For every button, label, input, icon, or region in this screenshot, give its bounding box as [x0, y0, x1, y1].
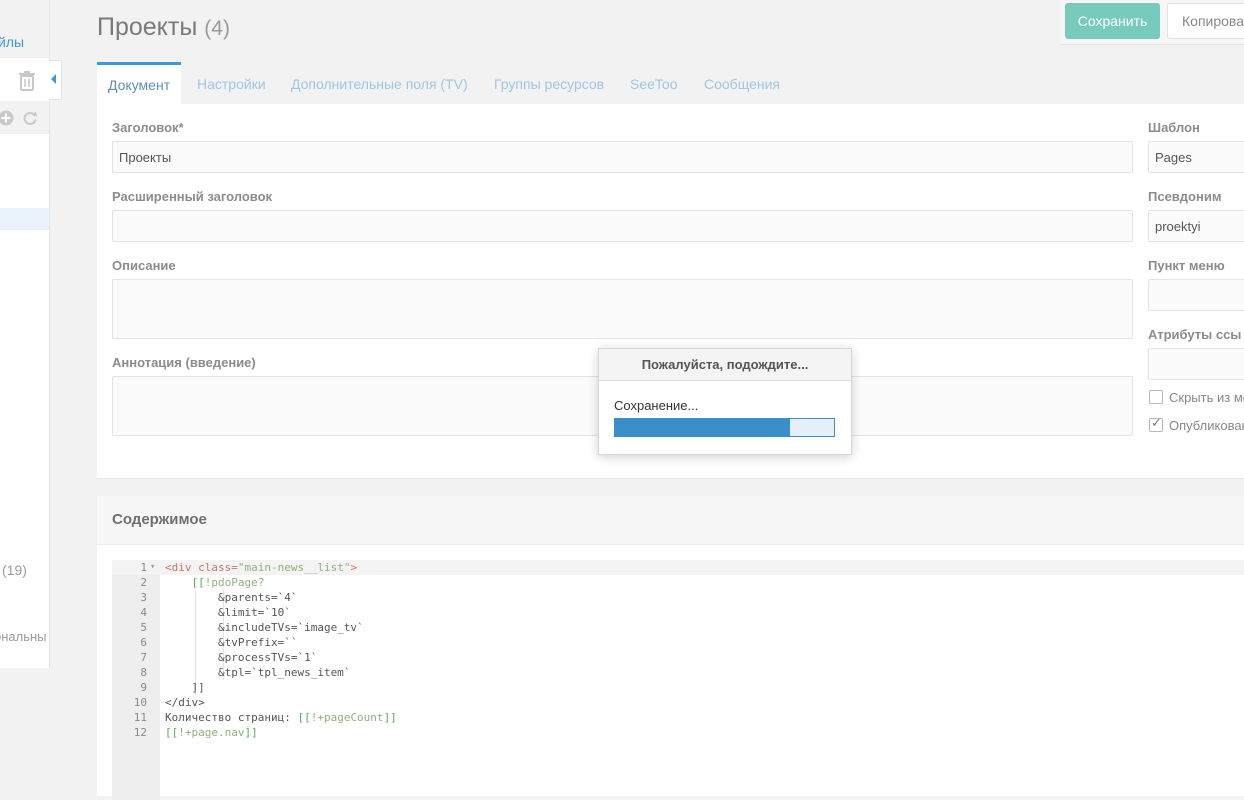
longtitle-input[interactable] [112, 210, 1133, 242]
line-number: 1 [140, 561, 147, 574]
code-text: </div> [165, 696, 205, 709]
wait-dialog-message: Сохранение... [614, 398, 699, 413]
progress-bar [614, 418, 835, 437]
code-line[interactable]: 2 [[!pdoPage? [112, 575, 1244, 590]
code-line[interactable]: 3 &parents=`4` [112, 590, 1244, 605]
code-text: &includeTVs=`image_tv` [165, 621, 364, 634]
line-number: 10 [133, 696, 147, 709]
tree-node-additional[interactable]: ональны [0, 629, 47, 644]
checkmark-icon: ✓ [1151, 415, 1162, 430]
tab-resource-groups[interactable]: Группы ресурсов [494, 62, 604, 104]
code-line[interactable]: 10 </div> [112, 695, 1244, 710]
description-label: Описание [112, 258, 176, 273]
checkbox-box[interactable] [1149, 390, 1163, 404]
tab-seetoo[interactable]: SeeToo [630, 62, 677, 104]
code-text: [[!+page.nav]] [165, 726, 258, 739]
code-line[interactable]: 7 &processTVs=`1` [112, 650, 1244, 665]
resource-tree-sidebar: йлы (19) ональны [0, 0, 50, 668]
checkbox-box-checked[interactable]: ✓ [1149, 415, 1163, 432]
content-panel-header: Содержимое [97, 496, 1244, 545]
fold-arrow-icon[interactable]: ▾ [150, 560, 155, 575]
code-line[interactable]: 1 ▾ <div class="main-news__list"> [112, 560, 1244, 575]
code-line[interactable]: 9 ]] [112, 680, 1244, 695]
code-line[interactable]: 5 &includeTVs=`image_tv` [112, 620, 1244, 635]
plus-circle-icon[interactable] [0, 110, 14, 126]
page-title: Проекты (4) [97, 13, 230, 42]
sidebar-top: йлы [0, 0, 49, 58]
refresh-icon[interactable] [22, 110, 38, 126]
line-number: 4 [140, 606, 147, 619]
tab-messages[interactable]: Сообщения [704, 62, 780, 104]
code-text: &tvPrefix=`` [165, 636, 298, 649]
template-label: Шаблон [1148, 120, 1200, 135]
line-number: 11 [133, 711, 147, 724]
introtext-label: Аннотация (введение) [112, 355, 256, 370]
tab-document[interactable]: Документ [97, 62, 182, 104]
code-text: &processTVs=`1` [165, 651, 318, 664]
line-number: 7 [140, 651, 147, 664]
link-attributes-input[interactable] [1148, 348, 1244, 380]
tree-node-count: (19) [2, 562, 27, 578]
code-line[interactable]: 8 &tpl=`tpl_news_item` [112, 665, 1244, 680]
code-line[interactable]: 11 Количество страниц: [[!+pageCount]] [112, 710, 1244, 725]
page-title-text: Проекты [97, 13, 198, 41]
code-text: ]] [165, 681, 205, 694]
line-number: 5 [140, 621, 147, 634]
code-line[interactable]: 12 [[!+page.nav]] [112, 725, 1244, 740]
collapse-arrow-icon [51, 74, 56, 84]
tree-toolbar [0, 101, 49, 134]
template-select[interactable] [1148, 141, 1244, 173]
content-panel: Содержимое 1 ▾ <div class="main-news__li… [97, 496, 1244, 800]
tab-tv-fields[interactable]: Дополнительные поля (TV) [291, 62, 468, 104]
line-number: 8 [140, 666, 147, 679]
code-text: &parents=`4` [165, 591, 298, 604]
code-line[interactable]: 4 &limit=`10` [112, 605, 1244, 620]
wait-dialog-title: Пожалуйста, подождите... [599, 349, 851, 381]
description-textarea[interactable] [112, 279, 1133, 339]
copy-button[interactable]: Копироват [1167, 3, 1244, 39]
wait-dialog: Пожалуйста, подождите... Сохранение... [598, 348, 852, 455]
alias-label: Псевдоним [1148, 189, 1222, 204]
line-number: 3 [140, 591, 147, 604]
pagetitle-label: Заголовок* [112, 120, 184, 135]
tab-settings[interactable]: Настройки [197, 62, 266, 104]
line-number: 6 [140, 636, 147, 649]
code-text: &limit=`10` [165, 606, 291, 619]
alias-input[interactable] [1148, 210, 1244, 242]
line-number: 12 [133, 726, 147, 739]
code-text: [[!pdoPage? [165, 576, 265, 589]
published-checkbox[interactable]: ✓ Опубликован [1149, 415, 1244, 433]
published-label: Опубликован [1169, 418, 1244, 433]
tree-selected-node[interactable] [0, 208, 49, 230]
progress-bar-fill [615, 419, 791, 436]
menutitle-label: Пункт меню [1148, 258, 1225, 273]
longtitle-label: Расширенный заголовок [112, 189, 273, 204]
resource-tabs: Документ Настройки Дополнительные поля (… [97, 62, 1244, 104]
menutitle-input[interactable] [1148, 279, 1244, 311]
link-attributes-label: Атрибуты ссы [1148, 327, 1242, 342]
code-text: <div class="main-news__list"> [165, 561, 358, 574]
code-line[interactable]: 6 &tvPrefix=`` [112, 635, 1244, 650]
pagetitle-input[interactable] [112, 141, 1133, 173]
code-text: Количество страниц: [[!+pageCount]] [165, 711, 397, 724]
files-tab-link[interactable]: йлы [0, 34, 24, 50]
hide-menu-label: Скрыть из ме [1169, 390, 1244, 405]
content-title: Содержимое [112, 511, 207, 528]
save-button[interactable]: Сохранить [1065, 3, 1160, 39]
code-text: &tpl=`tpl_news_item` [165, 666, 351, 679]
hide-menu-checkbox[interactable]: Скрыть из ме [1149, 390, 1244, 405]
page-title-count: (4) [204, 17, 230, 40]
line-number: 9 [140, 681, 147, 694]
sidebar-collapse-button[interactable] [49, 60, 62, 100]
trash-icon[interactable] [18, 71, 36, 91]
line-number: 2 [140, 576, 147, 589]
